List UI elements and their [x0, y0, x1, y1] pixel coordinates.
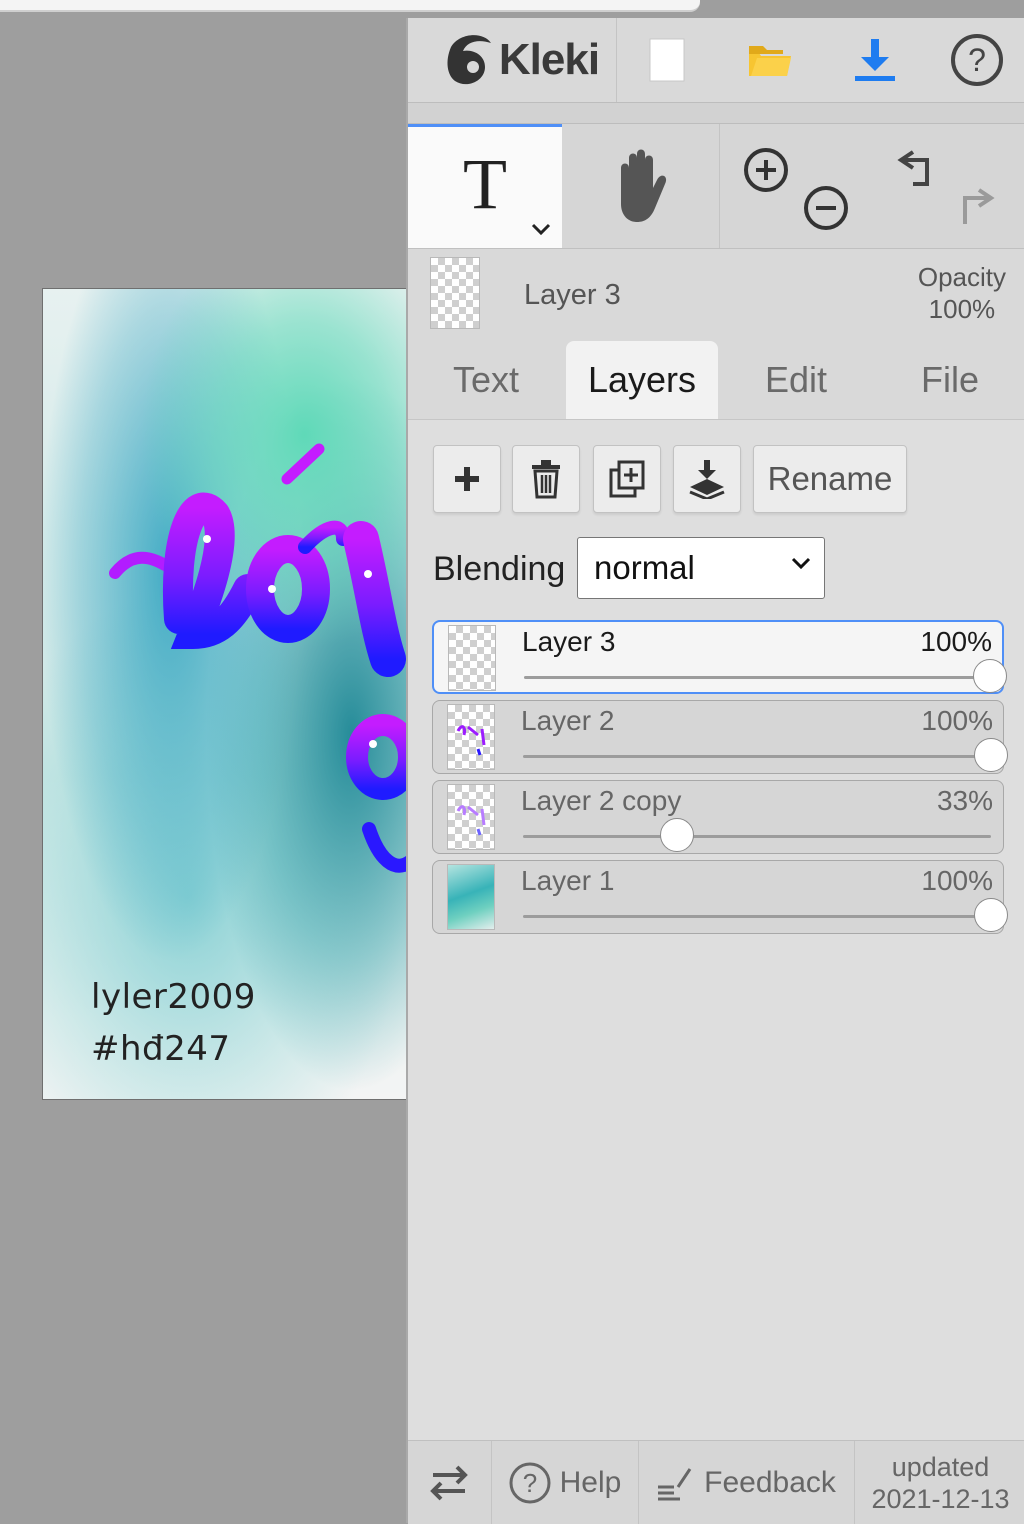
tab-file[interactable]: File	[874, 341, 1024, 419]
zoom-out-icon[interactable]	[804, 186, 848, 230]
layer-opacity: 33%	[936, 785, 993, 816]
feedback-icon	[658, 1467, 692, 1500]
merge-down-icon	[689, 460, 725, 499]
layer-name: Layer 3	[522, 626, 616, 657]
chevron-down-icon	[791, 557, 811, 570]
opacity-slider-handle[interactable]	[974, 898, 1008, 932]
current-layer-name: Layer 3	[524, 279, 621, 311]
redo-icon[interactable]	[963, 188, 995, 224]
chevron-down-icon[interactable]	[530, 222, 552, 236]
kleki-logo-icon	[447, 35, 491, 85]
open-file-button[interactable]	[717, 18, 823, 102]
tab-text[interactable]: Text	[408, 341, 564, 419]
panel-footer: ? Help Feedback updated 2021-12-13	[408, 1440, 1024, 1524]
opacity-slider-handle[interactable]	[660, 818, 695, 852]
svg-text:?: ?	[522, 1468, 536, 1498]
plus-icon	[455, 467, 479, 491]
drawing-canvas[interactable]: lyler2009 #hđ247	[42, 288, 406, 1100]
help-icon: ?	[509, 1462, 551, 1503]
help-label: Help	[559, 1465, 622, 1499]
opacity-slider-track[interactable]	[523, 818, 991, 852]
layer-row[interactable]: Layer 1 100%	[432, 860, 1008, 934]
tab-edit[interactable]: Edit	[720, 341, 872, 419]
duplicate-icon	[609, 460, 645, 498]
tool-row: T	[408, 124, 1024, 249]
zoom-in-icon[interactable]	[744, 148, 788, 192]
swap-side-button[interactable]	[408, 1441, 490, 1524]
rename-layer-button[interactable]: Rename	[753, 445, 907, 513]
kleki-logo[interactable]: Kleki	[428, 18, 614, 102]
hand-icon	[621, 149, 667, 222]
tab-layers[interactable]: Layers	[566, 341, 718, 419]
footer-help-button[interactable]: ? Help	[492, 1441, 637, 1524]
zoom-controls	[720, 124, 860, 248]
signature-line-1: lyler2009	[91, 977, 256, 1017]
text-tool-button[interactable]: T	[408, 124, 562, 248]
layer-opacity: 100%	[920, 626, 992, 657]
swap-arrows-icon	[430, 1465, 468, 1500]
layer-opacity: 100%	[921, 865, 993, 896]
current-layer-thumbnail	[430, 257, 480, 329]
layer-row[interactable]: Layer 2 copy 33%	[432, 780, 1004, 854]
delete-layer-button[interactable]	[512, 445, 580, 513]
text-tool-glyph: T	[463, 144, 507, 224]
zoom-icons	[744, 148, 848, 230]
layer-thumbnail	[447, 704, 495, 770]
current-layer-info: Layer 3 Opacity 100%	[408, 249, 1024, 339]
add-layer-button[interactable]	[433, 445, 501, 513]
current-layer-opacity[interactable]: Opacity 100%	[918, 261, 1006, 325]
layer-name: Layer 2	[521, 705, 615, 736]
help-icon: ?	[950, 34, 1003, 86]
new-image-icon	[649, 38, 685, 82]
help-button[interactable]: ?	[927, 18, 1024, 102]
undo-icon[interactable]	[897, 150, 929, 186]
layer-opacity: 100%	[921, 705, 993, 736]
blending-label: Blending	[433, 550, 566, 588]
feedback-label: Feedback	[704, 1465, 836, 1499]
blending-select[interactable]: normal	[577, 537, 825, 599]
layer-thumbnail-art	[456, 805, 486, 836]
layer-thumbnail	[447, 864, 495, 930]
signature-line-2: #hđ247	[91, 1029, 231, 1069]
layer-thumbnail	[448, 625, 496, 691]
layer-thumbnail	[447, 784, 495, 850]
trash-icon	[532, 460, 560, 499]
merge-down-button[interactable]	[673, 445, 741, 513]
blending-value: normal	[594, 549, 695, 586]
opacity-value: 100%	[928, 294, 996, 324]
open-folder-icon	[749, 46, 791, 76]
header-divider	[408, 103, 1024, 124]
layer-row[interactable]: Layer 2 100%	[432, 700, 1008, 774]
feedback-button[interactable]: Feedback	[639, 1441, 853, 1524]
opacity-slider-track[interactable]	[524, 659, 1007, 693]
updated-label: updated	[891, 1451, 990, 1482]
svg-text:?: ?	[968, 42, 986, 78]
panel-tabs: Text Layers Edit File	[408, 339, 1024, 420]
hand-tool-button[interactable]	[562, 124, 718, 248]
opacity-slider-track[interactable]	[523, 898, 1008, 932]
version-info: updated 2021-12-13	[855, 1441, 1024, 1524]
layer-name: Layer 2 copy	[521, 785, 682, 816]
layer-row[interactable]: Layer 3 100%	[432, 620, 1007, 694]
panel-header: Kleki ?	[408, 18, 1024, 103]
download-button[interactable]	[823, 18, 927, 102]
layer-thumbnail-art	[456, 725, 486, 756]
updated-date: 2021-12-13	[871, 1483, 1010, 1514]
download-icon	[855, 39, 895, 81]
opacity-slider-handle[interactable]	[974, 738, 1008, 772]
browser-top-strip	[0, 0, 700, 12]
app-name: Kleki	[498, 35, 600, 84]
duplicate-layer-button[interactable]	[593, 445, 661, 513]
opacity-slider-track[interactable]	[523, 738, 1008, 772]
layer-name: Layer 1	[521, 865, 615, 896]
rename-label: Rename	[767, 460, 893, 497]
opacity-label: Opacity	[917, 262, 1006, 292]
new-image-button[interactable]	[617, 18, 717, 102]
side-panel: Kleki ? T Layer 3 Opacity 100% Text Laye…	[406, 18, 1024, 1524]
opacity-slider-handle[interactable]	[973, 659, 1007, 693]
undo-redo-icons	[897, 150, 995, 224]
undo-redo-controls	[860, 124, 1024, 248]
